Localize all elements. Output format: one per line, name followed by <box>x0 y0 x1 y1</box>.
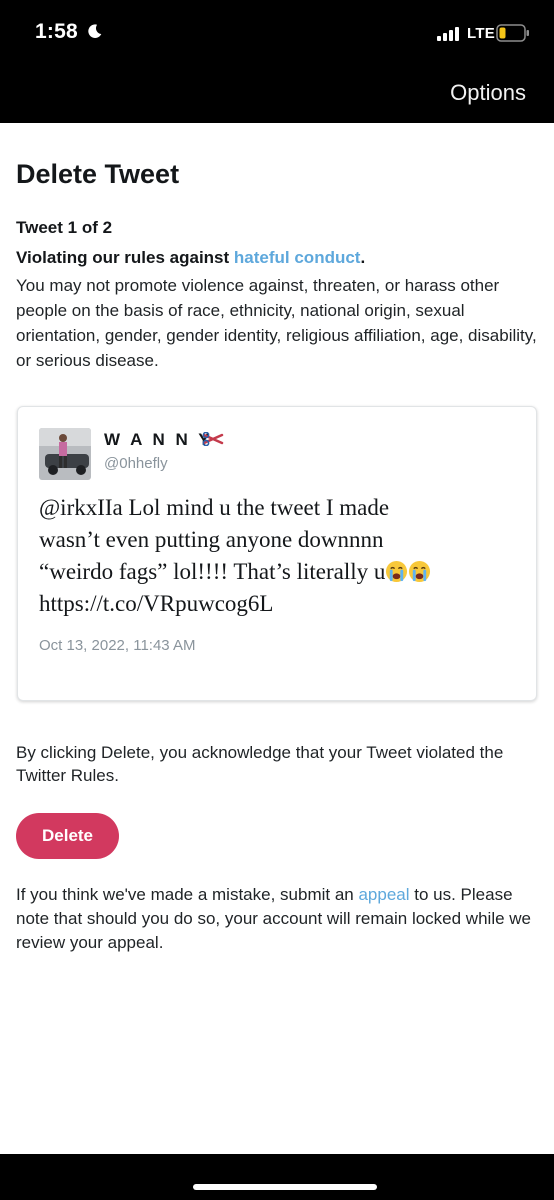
violation-suffix: . <box>360 248 366 267</box>
tweet-link[interactable]: https://t.co/VRpuwcog6L <box>39 588 529 620</box>
violation-heading: Violating our rules against hateful cond… <box>16 248 365 268</box>
user-handle[interactable]: @0hhefly <box>104 455 168 472</box>
hateful-conduct-link[interactable]: hateful conduct <box>234 248 361 267</box>
rule-description: You may not promote violence against, th… <box>16 276 537 370</box>
avatar <box>39 428 91 480</box>
moon-icon <box>88 24 102 39</box>
tweet-text-line: “weirdo fags” lol!!!! That’s literally u <box>39 556 529 588</box>
page-title: Delete Tweet <box>16 159 180 189</box>
options-button[interactable]: Options <box>450 80 526 106</box>
tweet-text-line: @irkxIIa Lol mind u the tweet I made <box>39 495 390 520</box>
acknowledgement-text: By clicking Delete, you acknowledge that… <box>16 743 504 785</box>
battery-icon <box>496 24 529 42</box>
tweet-text-line: wasn’t even putting anyone downnnn <box>39 527 384 552</box>
tweet-timestamp: Oct 13, 2022, 11:43 AM <box>39 637 196 654</box>
appeal-link[interactable]: appeal <box>358 885 409 904</box>
appeal-text: If you think we've made a mistake, submi… <box>16 883 541 955</box>
status-time: 1:58 <box>35 20 78 43</box>
scissors-emoji-icon <box>202 432 224 446</box>
delete-button[interactable]: Delete <box>16 813 119 859</box>
crying-emoji-icon <box>409 560 431 583</box>
home-indicator[interactable] <box>193 1184 377 1190</box>
crying-emoji-icon <box>386 560 408 583</box>
user-display-name[interactable]: W A N N Y <box>104 430 213 450</box>
tweet-counter: Tweet 1 of 2 <box>16 218 113 237</box>
network-type: LTE <box>467 25 496 42</box>
bottom-bar <box>0 1154 554 1200</box>
top-bar: 1:58 LTE Options <box>0 0 554 123</box>
tweet-card: W A N N Y @0hhefly @irkxIIa Lol mind u t… <box>17 406 537 701</box>
tweet-text-segment: “weirdo fags” lol!!!! That’s literally u <box>39 559 386 584</box>
tweet-text: @irkxIIa Lol mind u the tweet I made was… <box>39 492 529 620</box>
signal-icon <box>437 27 459 41</box>
appeal-prefix: If you think we've made a mistake, submi… <box>16 885 359 904</box>
violation-prefix: Violating our rules against <box>16 248 234 267</box>
